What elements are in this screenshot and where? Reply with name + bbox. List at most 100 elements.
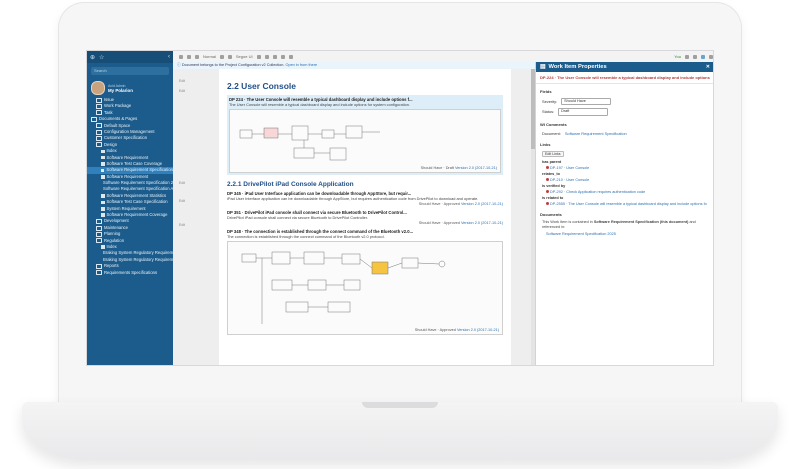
documents-bold[interactable]: Software Requirement Specification (this… [594, 220, 689, 224]
gutter-edit-2[interactable]: Edit [179, 89, 185, 93]
version-link[interactable]: Version 2.0 (2017-10-21) [455, 166, 497, 170]
work-item[interactable]: DP 348 · The connection is established t… [227, 229, 503, 335]
work-item-properties-panel: ▤ Work Item Properties ✕ DP-224 · The Us… [535, 62, 713, 365]
laptop-notch [362, 402, 438, 408]
redo-icon[interactable] [195, 54, 199, 59]
block-diagram: Should Have · Approved Version 2.0 (2017… [227, 241, 503, 335]
edit-links-button[interactable]: Edit Links [542, 151, 564, 157]
work-item-type-icon [546, 178, 549, 181]
work-item-type-icon [546, 190, 549, 193]
style-select[interactable]: Normal [203, 54, 216, 59]
document-icon [101, 207, 105, 211]
document-icon [101, 162, 105, 166]
close-icon[interactable]: ✕ [706, 64, 710, 70]
document-icon [101, 194, 105, 198]
bold-icon[interactable] [219, 54, 224, 59]
list-icon[interactable] [256, 54, 261, 59]
folder-icon [96, 238, 102, 244]
block-diagram-svg [241, 251, 446, 324]
status-select[interactable]: Draft [558, 108, 609, 116]
version-link[interactable]: Version 2.0 (2017-10-21) [461, 202, 503, 206]
undo-icon[interactable] [187, 54, 191, 59]
sidebar-item-label: Requirements Specifications [104, 269, 158, 275]
work-item-text: The connection is established through th… [227, 234, 385, 239]
comment-icon[interactable] [288, 54, 293, 59]
severity-label: Severity: [542, 98, 558, 104]
info-link[interactable]: Open in from there [286, 63, 318, 67]
work-item-meta: Should Have · Approved Version 2.0 (2017… [418, 202, 503, 206]
work-item-text: iPad User Interface application can be d… [227, 196, 479, 201]
folder-icon [96, 231, 102, 237]
document-icon [101, 213, 105, 217]
work-item[interactable]: DP 224 · The User Console will resemble … [227, 95, 503, 175]
more-icon[interactable] [709, 54, 713, 59]
fields-label: Fields [540, 89, 552, 94]
block-diagram: Should Have · Draft Version 2.0 (2017-10… [229, 109, 501, 173]
document-label: Document: [542, 130, 561, 136]
version-link[interactable]: Version 2.0 (2017-10-21) [457, 328, 499, 332]
folder-icon [96, 104, 102, 110]
user-menu[interactable]: You [674, 54, 681, 59]
settings-icon[interactable] [693, 54, 697, 59]
folder-icon [96, 97, 102, 103]
gutter-edit-5[interactable]: Edit [179, 223, 185, 227]
sidebar-item[interactable]: Requirements Specifications [87, 270, 173, 276]
block-diagram-svg [239, 125, 380, 161]
document-page: 2.2 User Console DP 224 · The User Conso… [219, 69, 511, 365]
folder-icon [96, 263, 102, 269]
work-item[interactable]: DP 345 · iPad User Interface application… [227, 191, 503, 206]
sidebar: ⊕ ☆ ‹ Search Acid Admin My Polarion Issu… [87, 51, 173, 365]
folder-icon [96, 270, 102, 276]
save-icon[interactable] [179, 54, 183, 59]
font-select[interactable]: Segoe UI [236, 54, 253, 59]
gutter-edit-3[interactable]: Edit [179, 181, 185, 185]
document-icon [101, 175, 105, 179]
work-item-text: The User Console will resemble a typical… [229, 102, 411, 107]
panel-title: Work Item Properties [548, 64, 607, 70]
folder-icon [96, 136, 102, 142]
folder-icon [96, 123, 102, 129]
sidebar-search-input[interactable]: Search [91, 67, 169, 75]
panel-item-title[interactable]: DP-224 · The User Console will resemble … [536, 72, 713, 84]
work-item[interactable]: DP 351 · DrivePilot iPad console shall c… [227, 210, 503, 225]
polarion-logo-icon[interactable]: ⊕ [90, 54, 95, 61]
history-icon[interactable] [685, 54, 689, 59]
related-link[interactable]: DP-2555 · The User Console will resemble… [536, 201, 713, 207]
italic-icon[interactable] [227, 54, 232, 59]
folder-icon [96, 110, 102, 116]
document-link[interactable]: Software Requirement Specification [565, 131, 627, 136]
work-item-meta: Should Have · Draft Version 2.0 (2017-10… [420, 166, 497, 170]
links-label: Links [540, 142, 551, 147]
info-text: Document belongs to the Project Configur… [181, 63, 285, 67]
panel-header: ▤ Work Item Properties ✕ [536, 62, 713, 72]
user-block[interactable]: Acid Admin My Polarion [87, 79, 173, 97]
gutter-edit-4[interactable]: Edit [179, 199, 185, 203]
work-item-meta: Should Have · Approved Version 2.0 (2017… [418, 221, 503, 225]
collapse-sidebar-icon[interactable]: ‹ [168, 54, 170, 60]
gutter-edit-1[interactable]: Edit [179, 79, 185, 83]
image-icon[interactable] [272, 54, 277, 59]
version-link[interactable]: Version 2.0 (2017-10-21) [461, 221, 503, 225]
project-name: My Polarion [108, 87, 133, 93]
comments-label: WI Comments [540, 122, 567, 127]
info-icon: ⓘ [177, 63, 181, 67]
link-icon[interactable] [280, 54, 285, 59]
work-item-type-icon [546, 202, 549, 205]
avatar [91, 81, 105, 95]
sidebar-topbar: ⊕ ☆ ‹ [87, 51, 173, 63]
subsection-heading: 2.2.1 DrivePilot iPad Console Applicatio… [227, 181, 354, 188]
document-icon [101, 155, 105, 160]
folder-icon [96, 129, 102, 135]
document-icon [101, 168, 105, 173]
severity-select[interactable]: Should Have [561, 97, 612, 105]
sidebar-nav: Issue Work Package Task Documents & Pages De… [87, 97, 173, 276]
severity-row: Severity: Should Have [536, 96, 713, 107]
table-icon[interactable] [264, 54, 269, 59]
properties-icon[interactable] [701, 54, 705, 59]
document-icon [101, 149, 105, 154]
star-icon[interactable]: ☆ [99, 54, 104, 61]
documents-label: Documents [540, 212, 562, 217]
referenced-document-link[interactable]: Software Requirement Specification 2025 [536, 231, 713, 237]
folder-icon [96, 225, 102, 231]
app-screen: ⊕ ☆ ‹ Search Acid Admin My Polarion Issu… [86, 50, 714, 366]
